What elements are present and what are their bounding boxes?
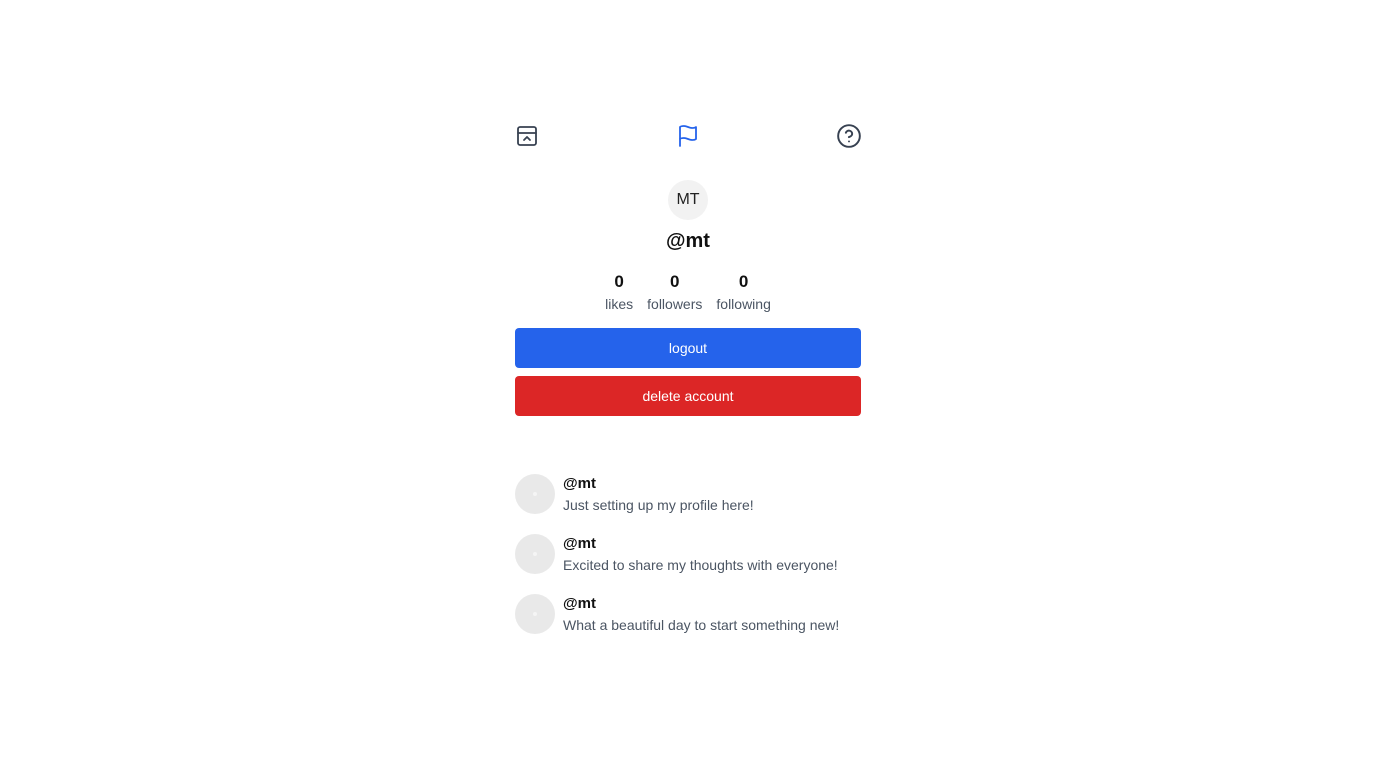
- post-body: @mt Excited to share my thoughts with ev…: [563, 534, 838, 575]
- stat-likes: 0 likes: [605, 271, 633, 312]
- list-item[interactable]: @mt Excited to share my thoughts with ev…: [515, 534, 861, 574]
- post-author: @mt: [563, 475, 596, 492]
- post-text: Excited to share my thoughts with everyo…: [563, 557, 838, 573]
- stat-label: following: [716, 296, 771, 312]
- post-author: @mt: [563, 535, 596, 552]
- avatar: [515, 474, 555, 514]
- delete-account-button[interactable]: delete account: [515, 376, 861, 416]
- list-item[interactable]: @mt What a beautiful day to start someth…: [515, 594, 861, 634]
- stat-label: followers: [647, 296, 703, 312]
- help-circle-icon[interactable]: [833, 120, 865, 152]
- logout-button[interactable]: logout: [515, 328, 861, 368]
- post-author: @mt: [563, 595, 596, 612]
- post-list: @mt Just setting up my profile here! @mt…: [515, 474, 861, 634]
- profile-stats: 0 likes 0 followers 0 following: [605, 271, 771, 312]
- avatar: [515, 534, 555, 574]
- stat-following[interactable]: 0 following: [716, 271, 770, 312]
- top-nav: [515, 120, 861, 152]
- stat-label: likes: [605, 296, 634, 312]
- profile-page: MT @mt 0 likes 0 followers 0 following l…: [515, 120, 861, 634]
- stat-value: 0: [670, 272, 680, 291]
- avatar: [515, 594, 555, 634]
- profile-header: MT @mt 0 likes 0 followers 0 following: [515, 152, 861, 312]
- stat-followers[interactable]: 0 followers: [647, 271, 702, 312]
- inbox-icon[interactable]: [511, 120, 543, 152]
- flag-icon[interactable]: [672, 120, 704, 152]
- avatar: MT: [668, 180, 708, 220]
- profile-username: @mt: [666, 230, 710, 252]
- post-text: What a beautiful day to start something …: [563, 617, 840, 633]
- post-text: Just setting up my profile here!: [563, 497, 754, 513]
- list-item[interactable]: @mt Just setting up my profile here!: [515, 474, 861, 514]
- stat-value: 0: [614, 272, 624, 291]
- post-body: @mt Just setting up my profile here!: [563, 474, 754, 515]
- post-body: @mt What a beautiful day to start someth…: [563, 594, 839, 635]
- stat-value: 0: [738, 272, 749, 291]
